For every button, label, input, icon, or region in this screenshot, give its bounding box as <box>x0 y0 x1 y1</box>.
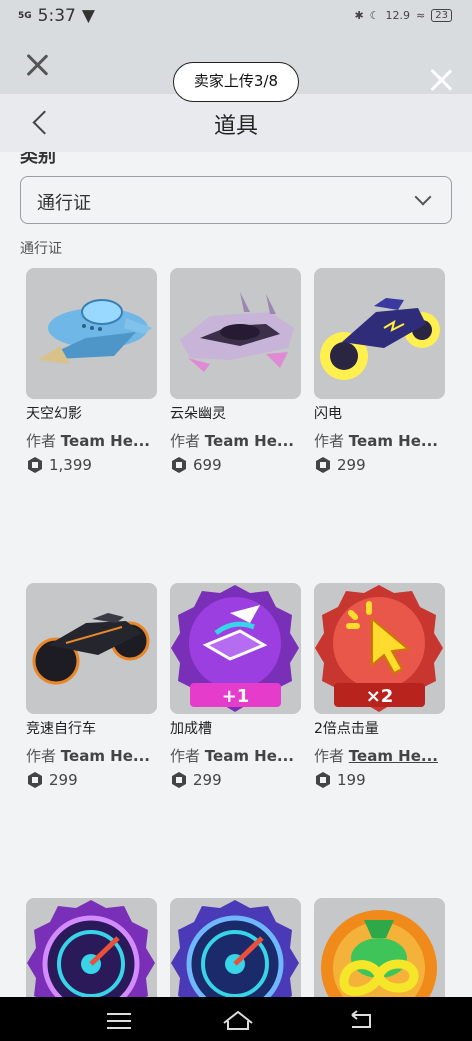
price-value: 299 <box>49 771 78 789</box>
ghost-car-image <box>180 292 294 372</box>
back-icon[interactable] <box>348 1009 374 1031</box>
price-value: 199 <box>337 771 366 789</box>
status-left: 5G 5:37 ▼ <box>18 6 95 26</box>
creator-name[interactable]: Team He... <box>205 432 294 450</box>
item-name: 天空幻影 <box>26 406 82 422</box>
item-card[interactable]: ×2 2倍点击量 作者 Team He... 199 <box>314 583 445 789</box>
item-thumbnail[interactable] <box>26 583 157 714</box>
status-time: 5:37 <box>37 6 76 26</box>
seller-upload-badge[interactable]: 卖家上传3/8 <box>173 62 299 102</box>
item-thumbnail[interactable] <box>170 898 301 997</box>
item-price: 299 <box>26 771 157 789</box>
item-creator[interactable]: 作者 Team He... <box>314 745 445 766</box>
infinity-bag-image <box>321 910 437 997</box>
creator-prefix: 作者 <box>314 747 345 765</box>
creator-prefix: 作者 <box>26 432 57 450</box>
item-thumbnail[interactable] <box>26 898 157 997</box>
price-value: 699 <box>193 456 222 474</box>
system-nav-bar <box>0 997 472 1041</box>
item-price: 299 <box>314 456 445 474</box>
racing-bike-image <box>32 613 150 685</box>
chevron-down-icon <box>414 188 432 206</box>
content-area: 类别 通行证 通行证 天空幻影 作者 Team He... 1,399 云朵幽灵… <box>0 152 472 997</box>
item-card[interactable] <box>170 898 301 997</box>
wifi-icon: ≈ <box>416 9 426 22</box>
speed-gauge-purple-image <box>27 900 155 997</box>
creator-name[interactable]: Team He... <box>205 747 294 765</box>
item-thumbnail[interactable] <box>26 268 157 399</box>
creator-name[interactable]: Team He... <box>61 432 150 450</box>
overlay-close-icon[interactable] <box>426 65 456 95</box>
robux-icon <box>28 457 42 473</box>
item-card[interactable]: 竞速自行车 作者 Team He... 299 <box>26 583 157 789</box>
robux-icon <box>28 772 42 788</box>
robux-icon <box>316 772 330 788</box>
bluetooth-icon: ✱ <box>354 9 364 22</box>
item-card[interactable] <box>26 898 157 997</box>
item-price: 199 <box>314 771 445 789</box>
item-name: 竞速自行车 <box>26 721 96 737</box>
double-badge-text: ×2 <box>365 686 394 707</box>
page-header: 道具 <box>0 94 472 152</box>
item-card[interactable] <box>314 898 445 997</box>
item-card[interactable]: 云朵幽灵 作者 Team He... 699 <box>170 268 301 474</box>
robux-icon <box>172 457 186 473</box>
creator-prefix: 作者 <box>26 747 57 765</box>
creator-prefix: 作者 <box>170 747 201 765</box>
price-value: 299 <box>337 456 366 474</box>
close-icon[interactable] <box>22 50 52 80</box>
speed-gauge-blue-image <box>171 900 299 997</box>
item-name: 加成槽 <box>170 721 212 737</box>
network-icon: 5G <box>18 11 32 21</box>
creator-name[interactable]: Team He... <box>349 747 438 765</box>
creator-name[interactable]: Team He... <box>61 747 150 765</box>
category-label: 类别 <box>20 152 56 167</box>
moon-icon: ☾ <box>369 9 380 22</box>
item-thumbnail[interactable]: ×2 <box>314 583 445 714</box>
price-value: 299 <box>193 771 222 789</box>
item-thumbnail[interactable]: +1 <box>170 583 301 714</box>
status-right: ✱ ☾ 12.9 ≈ 23 <box>354 9 452 22</box>
item-name: 2倍点击量 <box>314 721 379 737</box>
hovercraft-image <box>38 299 152 364</box>
price-value: 1,399 <box>49 456 92 474</box>
item-creator[interactable]: 作者 Team He... <box>170 745 301 766</box>
item-price: 299 <box>170 771 301 789</box>
item-name: 云朵幽灵 <box>170 406 226 422</box>
item-price: 699 <box>170 456 301 474</box>
status-bar: 5G 5:37 ▼ ✱ ☾ 12.9 ≈ 23 <box>0 0 472 36</box>
item-creator[interactable]: 作者 Team He... <box>314 430 445 451</box>
notification-bell-icon: ▼ <box>81 6 95 26</box>
item-creator[interactable]: 作者 Team He... <box>26 430 157 451</box>
creator-prefix: 作者 <box>170 432 201 450</box>
item-creator[interactable]: 作者 Team He... <box>26 745 157 766</box>
robux-icon <box>172 772 186 788</box>
category-dropdown[interactable]: 通行证 <box>20 176 452 224</box>
boost-badge-text: +1 <box>221 686 250 707</box>
section-title: 通行证 <box>20 241 62 257</box>
item-name: 闪电 <box>314 406 342 422</box>
robux-icon <box>316 457 330 473</box>
creator-prefix: 作者 <box>314 432 345 450</box>
item-creator[interactable]: 作者 Team He... <box>170 430 301 451</box>
item-price: 1,399 <box>26 456 157 474</box>
item-card[interactable]: 闪电 作者 Team He... 299 <box>314 268 445 474</box>
item-thumbnail[interactable] <box>314 898 445 997</box>
item-thumbnail[interactable] <box>314 268 445 399</box>
item-thumbnail[interactable] <box>170 268 301 399</box>
lightning-bike-image <box>320 298 440 380</box>
menu-icon[interactable] <box>107 1009 133 1031</box>
item-card[interactable]: +1 加成槽 作者 Team He... 299 <box>170 583 301 789</box>
category-selected: 通行证 <box>37 193 91 214</box>
creator-name[interactable]: Team He... <box>349 432 438 450</box>
page-title: 道具 <box>213 114 258 139</box>
network-speed: 12.9 <box>385 9 411 22</box>
battery-icon: 23 <box>431 9 452 22</box>
item-card[interactable]: 天空幻影 作者 Team He... 1,399 <box>26 268 157 474</box>
home-icon[interactable] <box>222 1009 253 1031</box>
